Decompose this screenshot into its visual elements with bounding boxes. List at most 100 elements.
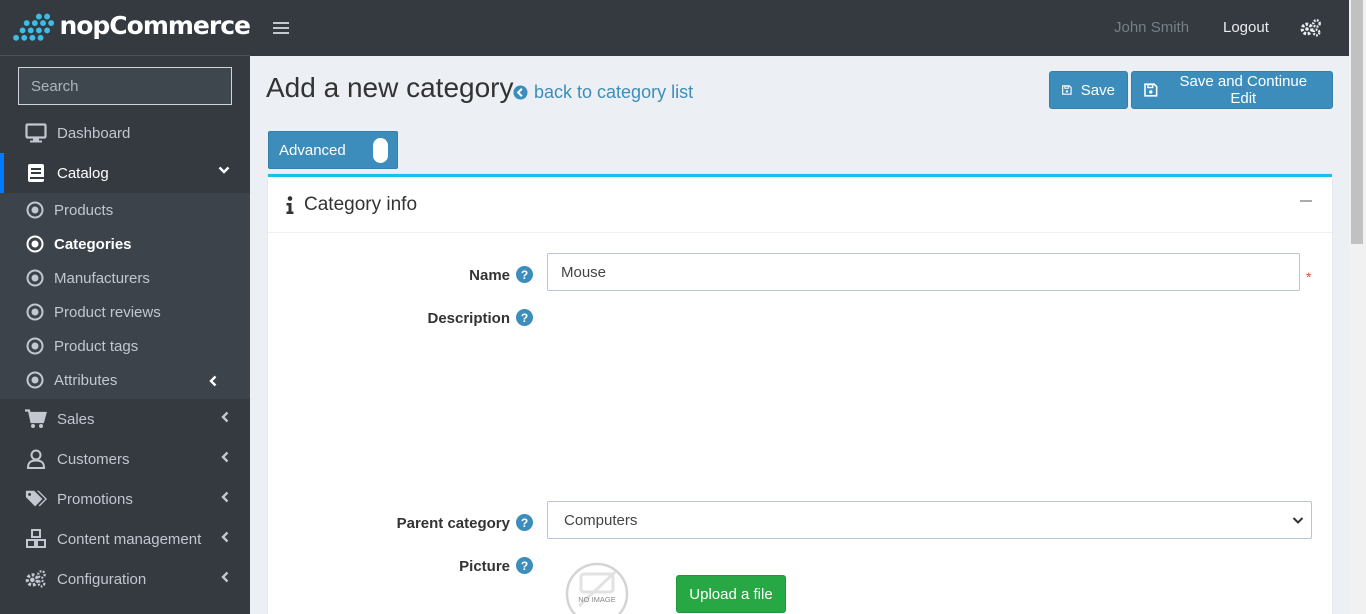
help-question-icon[interactable]: ? bbox=[516, 557, 533, 574]
circle-dot-icon bbox=[25, 336, 45, 356]
sidebar-item-configuration[interactable]: Configuration bbox=[0, 559, 250, 599]
sidebar-item-label: Catalog bbox=[57, 164, 109, 182]
category-info-card: Category info Name ? Mouse * Description… bbox=[268, 174, 1332, 614]
no-image-placeholder-icon: NO IMAGE bbox=[565, 562, 629, 614]
search-input[interactable] bbox=[31, 77, 230, 95]
floppy-disk-icon bbox=[1144, 83, 1158, 97]
name-input[interactable]: Mouse bbox=[547, 253, 1300, 291]
sidebar-nav: Dashboard Catalog Products Categories Ma… bbox=[0, 113, 250, 599]
sidebar-subitem-manufacturers[interactable]: Manufacturers bbox=[0, 261, 250, 295]
sidebar-item-dashboard[interactable]: Dashboard bbox=[0, 113, 250, 153]
sidebar: nopCommerce Dashboard Catalog Products bbox=[0, 0, 250, 614]
brand-name: nopCommerce bbox=[59, 11, 250, 40]
sidebar-subitem-attributes[interactable]: Attributes bbox=[0, 363, 250, 397]
toggle-knob bbox=[373, 138, 388, 163]
sidebar-subitem-label: Product reviews bbox=[54, 303, 161, 321]
settings-gears-icon[interactable] bbox=[1300, 19, 1322, 37]
chevron-down-icon bbox=[1292, 517, 1304, 524]
chevron-left-icon bbox=[221, 451, 229, 463]
help-question-icon[interactable]: ? bbox=[516, 266, 533, 283]
collapse-minus-icon[interactable] bbox=[1300, 200, 1312, 202]
tags-icon bbox=[25, 488, 47, 510]
sidebar-subitem-label: Attributes bbox=[54, 371, 118, 389]
chevron-left-icon bbox=[221, 491, 229, 503]
picture-label: Picture bbox=[459, 558, 510, 575]
svg-text:?: ? bbox=[521, 268, 528, 282]
info-icon bbox=[286, 195, 294, 214]
parent-category-value: Computers bbox=[564, 511, 638, 529]
sidebar-subitem-label: Categories bbox=[54, 235, 132, 253]
sidebar-item-content-management[interactable]: Content management bbox=[0, 519, 250, 559]
arrow-circle-left-icon bbox=[513, 85, 528, 100]
circle-dot-icon bbox=[25, 268, 45, 288]
sidebar-item-sales[interactable]: Sales bbox=[0, 399, 250, 439]
name-value: Mouse bbox=[561, 263, 607, 281]
user-icon bbox=[25, 448, 47, 470]
logout-link[interactable]: Logout bbox=[1223, 19, 1269, 36]
chevron-left-icon bbox=[209, 375, 217, 387]
chevron-down-icon bbox=[218, 166, 230, 174]
gears-icon bbox=[25, 568, 47, 590]
topbar: John Smith Logout bbox=[250, 0, 1350, 56]
nopcommerce-logo-icon bbox=[13, 13, 55, 41]
sidebar-item-promotions[interactable]: Promotions bbox=[0, 479, 250, 519]
card-header[interactable]: Category info bbox=[268, 177, 1332, 233]
circle-dot-icon bbox=[25, 234, 45, 254]
sidebar-item-label: Dashboard bbox=[57, 124, 131, 142]
book-icon bbox=[25, 162, 47, 184]
hamburger-menu-icon[interactable] bbox=[273, 22, 289, 34]
back-to-list-link[interactable]: back to category list bbox=[513, 82, 693, 103]
sidebar-item-customers[interactable]: Customers bbox=[0, 439, 250, 479]
svg-text:?: ? bbox=[521, 516, 528, 530]
sidebar-item-catalog[interactable]: Catalog bbox=[0, 153, 250, 193]
name-label: Name bbox=[469, 267, 510, 284]
circle-dot-icon bbox=[25, 370, 45, 390]
sidebar-item-label: Configuration bbox=[57, 570, 147, 588]
upload-file-button[interactable]: Upload a file bbox=[676, 575, 786, 613]
sidebar-subitem-categories[interactable]: Categories bbox=[0, 227, 250, 261]
chevron-left-icon bbox=[221, 411, 229, 423]
cart-icon bbox=[25, 408, 47, 430]
parent-category-label: Parent category bbox=[396, 515, 510, 532]
page-title: Add a new category bbox=[266, 72, 514, 103]
save-button-label: Save bbox=[1080, 81, 1115, 99]
chevron-left-icon bbox=[221, 571, 229, 583]
advanced-toggle-label: Advanced bbox=[279, 141, 346, 159]
sidebar-search bbox=[18, 67, 232, 105]
sidebar-item-label: Customers bbox=[57, 450, 130, 468]
advanced-mode-toggle[interactable]: Advanced bbox=[268, 131, 398, 169]
required-asterisk: * bbox=[1306, 269, 1312, 285]
sidebar-subitem-label: Product tags bbox=[54, 337, 139, 355]
sidebar-item-label: Sales bbox=[57, 410, 95, 428]
card-title: Category info bbox=[304, 193, 418, 215]
help-question-icon[interactable]: ? bbox=[516, 514, 533, 531]
current-user-name: John Smith bbox=[1114, 19, 1190, 36]
save-button[interactable]: Save bbox=[1049, 71, 1128, 109]
page-scrollbar[interactable] bbox=[1349, 0, 1366, 614]
description-label: Description bbox=[427, 310, 510, 327]
svg-text:?: ? bbox=[521, 559, 528, 573]
save-continue-button-label: Save and Continue Edit bbox=[1179, 73, 1308, 107]
sidebar-subitem-label: Products bbox=[54, 201, 114, 219]
parent-category-select[interactable]: Computers bbox=[547, 501, 1312, 539]
svg-text:?: ? bbox=[521, 311, 528, 325]
help-question-icon[interactable]: ? bbox=[516, 309, 533, 326]
circle-dot-icon bbox=[25, 302, 45, 322]
sidebar-subitem-product-tags[interactable]: Product tags bbox=[0, 329, 250, 363]
chevron-left-icon bbox=[221, 531, 229, 543]
sidebar-item-label: Content management bbox=[57, 530, 202, 548]
brand[interactable]: nopCommerce bbox=[0, 0, 250, 56]
sidebar-item-label: Promotions bbox=[57, 490, 133, 508]
save-continue-button[interactable]: Save and Continue Edit bbox=[1131, 71, 1333, 109]
catalog-subnav: Products Categories Manufacturers Produc… bbox=[0, 193, 250, 399]
monitor-icon bbox=[25, 122, 47, 144]
sidebar-subitem-products[interactable]: Products bbox=[0, 193, 250, 227]
cubes-icon bbox=[25, 528, 47, 550]
scrollbar-thumb[interactable] bbox=[1351, 0, 1363, 244]
floppy-disk-icon bbox=[1062, 85, 1072, 95]
no-image-text: NO IMAGE bbox=[578, 595, 616, 604]
sidebar-subitem-product-reviews[interactable]: Product reviews bbox=[0, 295, 250, 329]
back-link-label: back to category list bbox=[534, 82, 694, 102]
circle-dot-icon bbox=[25, 200, 45, 220]
sidebar-subitem-label: Manufacturers bbox=[54, 269, 150, 287]
